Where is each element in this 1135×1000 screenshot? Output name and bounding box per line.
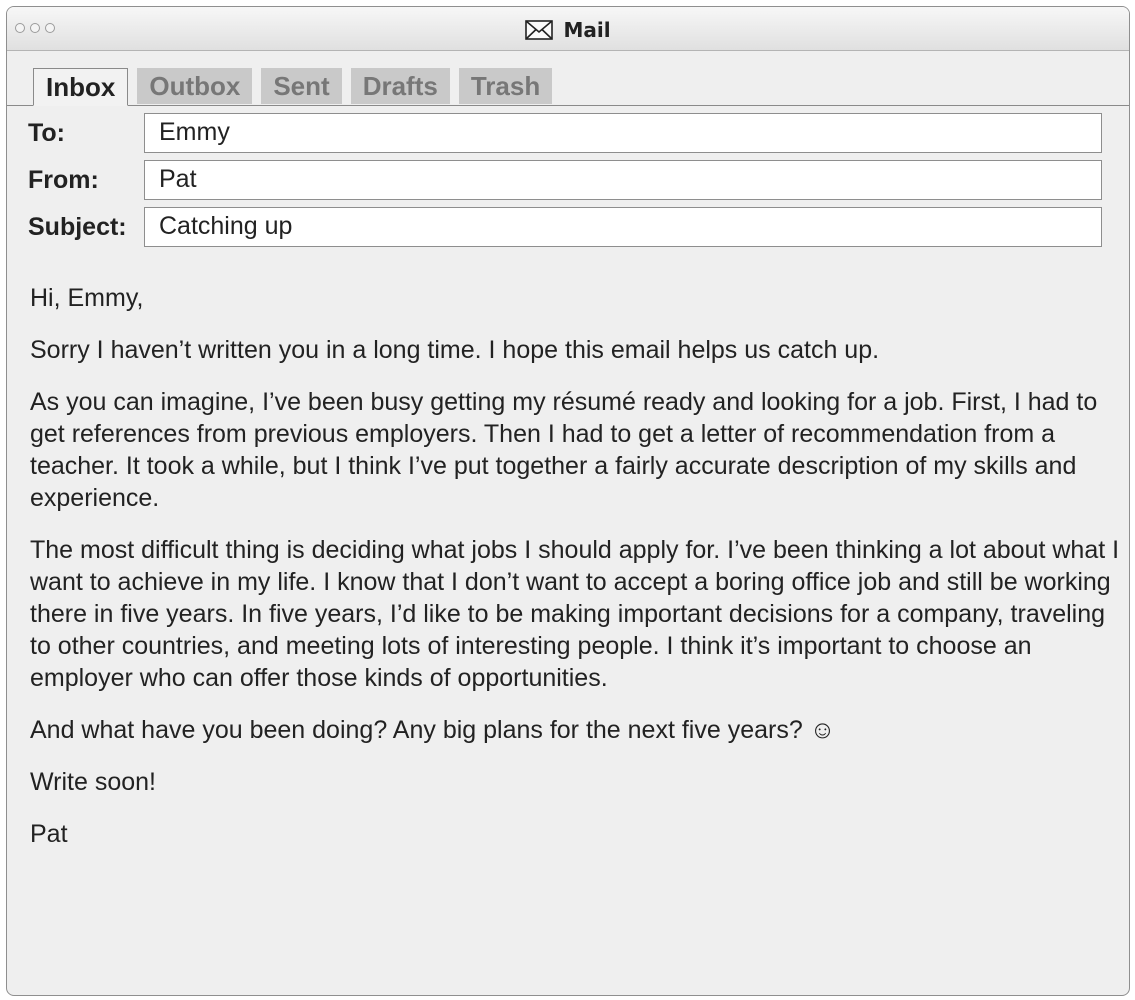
to-field[interactable]: Emmy bbox=[144, 113, 1102, 153]
mail-window: Mail Inbox Outbox Sent Drafts Trash To: … bbox=[6, 6, 1130, 996]
mailbox-tab-bar: Inbox Outbox Sent Drafts Trash bbox=[7, 51, 1129, 106]
tab-sent[interactable]: Sent bbox=[261, 68, 342, 104]
tab-inbox[interactable]: Inbox bbox=[33, 68, 129, 106]
envelope-icon bbox=[525, 20, 554, 40]
from-row: From: Pat bbox=[7, 160, 1129, 204]
tab-outbox[interactable]: Outbox bbox=[137, 68, 253, 104]
from-label: From: bbox=[28, 166, 99, 194]
message-paragraph: And what have you been doing? Any big pl… bbox=[30, 716, 836, 744]
message-paragraph: The most difficult thing is deciding wha… bbox=[30, 536, 1120, 692]
window-title-group: Mail bbox=[7, 18, 1129, 42]
to-label: To: bbox=[28, 119, 66, 147]
message-closing: Write soon! bbox=[30, 768, 156, 796]
message-paragraph: Sorry I haven’t written you in a long ti… bbox=[30, 336, 880, 364]
subject-label: Subject: bbox=[28, 213, 127, 241]
subject-field[interactable]: Catching up bbox=[144, 207, 1102, 247]
subject-row: Subject: Catching up bbox=[7, 207, 1129, 251]
tab-drafts[interactable]: Drafts bbox=[350, 68, 450, 104]
message-body[interactable]: Hi, Emmy, Sorry I haven’t written you in… bbox=[30, 282, 1120, 870]
message-signature: Pat bbox=[30, 820, 68, 848]
title-bar: Mail bbox=[7, 7, 1129, 51]
window-title: Mail bbox=[563, 18, 611, 42]
to-row: To: Emmy bbox=[7, 113, 1129, 157]
tab-trash[interactable]: Trash bbox=[458, 68, 553, 104]
message-paragraph: As you can imagine, I’ve been busy getti… bbox=[30, 388, 1098, 512]
from-field[interactable]: Pat bbox=[144, 160, 1102, 200]
message-greeting: Hi, Emmy, bbox=[30, 284, 144, 312]
